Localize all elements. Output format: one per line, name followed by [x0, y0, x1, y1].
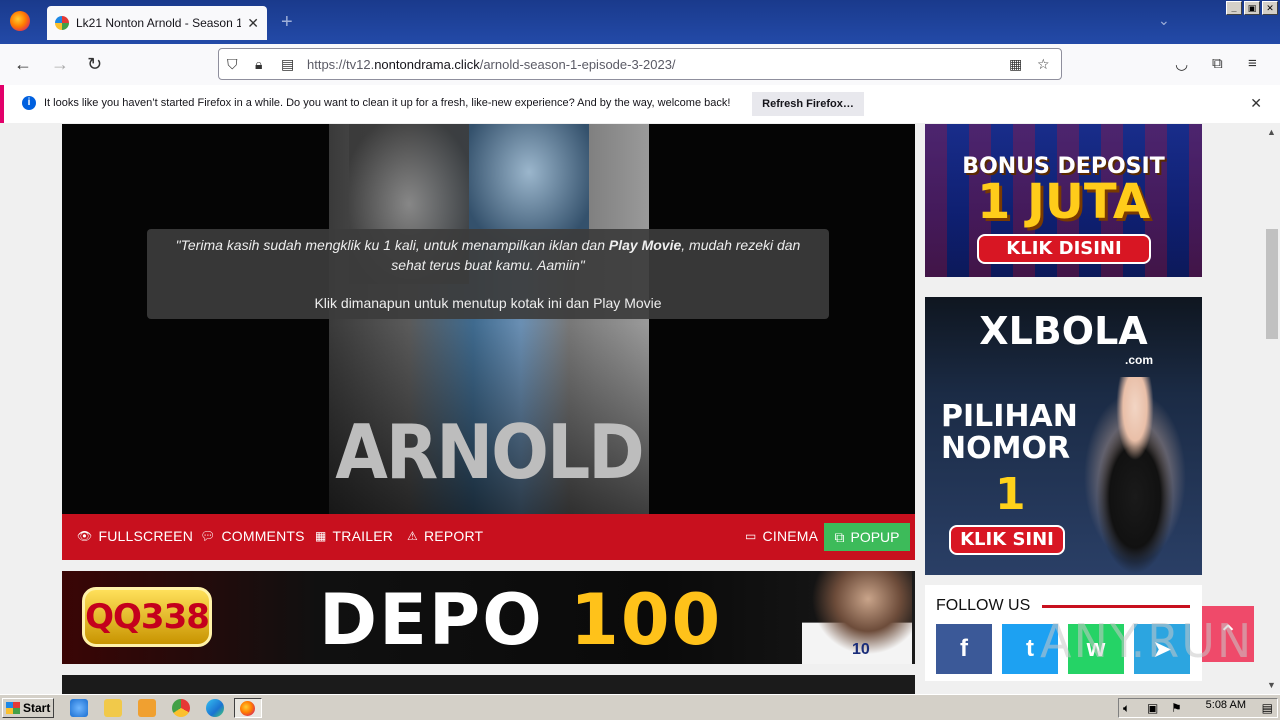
notification-close-icon[interactable]: ✕: [1250, 95, 1262, 112]
film-icon: ▦: [315, 529, 327, 543]
tab-close-icon[interactable]: ✕: [247, 15, 259, 32]
ad2-headline: PILIHAN NOMOR: [941, 399, 1078, 466]
eye-icon: 👁︎: [77, 529, 93, 543]
minimize-button[interactable]: _: [1226, 1, 1242, 15]
footballer-image: 10: [802, 571, 912, 664]
ad2-cta-button[interactable]: KLIK SINI: [949, 525, 1065, 555]
window-controls: _ ▣ ✕: [1226, 1, 1278, 15]
security-icon[interactable]: ⚑: [1171, 701, 1182, 715]
content-section: [62, 675, 915, 694]
url-text[interactable]: https://tv12.nontondrama.click/arnold-se…: [307, 57, 676, 72]
popup-button[interactable]: ⧉ POPUP: [824, 523, 910, 551]
lock-icon[interactable]: 🔒︎: [255, 56, 262, 73]
edge-icon[interactable]: [206, 699, 224, 717]
cinema-button[interactable]: ▭ CINEMA: [745, 528, 818, 544]
refresh-notification: i It looks like you haven’t started Fire…: [0, 85, 1280, 123]
xlbola-logo: XLBOLA: [979, 309, 1148, 353]
fullscreen-button[interactable]: 👁︎ FULLSCREEN: [77, 528, 193, 544]
video-player[interactable]: ARNOLD: [62, 124, 915, 514]
menu-icon[interactable]: ≡: [1248, 55, 1257, 72]
title-underline: [1042, 605, 1190, 608]
network-icon[interactable]: ▣: [1147, 701, 1158, 715]
tab-title: Lk21 Nonton Arnold - Season 1 Episode 3: [76, 16, 241, 30]
permissions-icon[interactable]: ▤: [281, 56, 294, 73]
overlay-quote: "Terima kasih sudah mengklik ku 1 kali, …: [175, 237, 801, 273]
notification-message: It looks like you haven’t started Firefo…: [44, 97, 731, 109]
start-button[interactable]: Start: [2, 698, 54, 718]
xlbola-domain: .com: [1125, 353, 1154, 367]
monitor-icon: ▭: [745, 529, 757, 543]
page-scrollbar[interactable]: ▲ ▼: [1264, 124, 1280, 694]
player-controls: 👁︎ FULLSCREEN 💬︎ COMMENTS ▦ TRAILER ⚠︎ REPOR…: [62, 514, 915, 560]
trailer-button[interactable]: ▦ TRAILER: [315, 528, 393, 544]
browser-navbar: ← → ↻ ⛉ 🔒︎ ▤ https://tv12.nontondrama.cl…: [0, 44, 1280, 85]
facebook-button[interactable]: f: [936, 624, 992, 674]
ie-icon[interactable]: [70, 699, 88, 717]
maximize-button[interactable]: ▣: [1244, 1, 1260, 15]
reader-view-icon[interactable]: ▦: [1009, 56, 1022, 73]
scroll-up-icon[interactable]: ▲: [1267, 127, 1276, 137]
pocket-icon[interactable]: ◡: [1175, 55, 1188, 73]
play-overlay[interactable]: "Terima kasih sudah mengklik ku 1 kali, …: [147, 229, 829, 319]
reload-icon[interactable]: ↻: [87, 54, 102, 75]
shield-icon[interactable]: ⛉: [227, 56, 238, 73]
list-all-tabs-icon[interactable]: ⌄: [1158, 12, 1170, 29]
back-icon[interactable]: ←: [14, 54, 32, 75]
ad1-cta-button[interactable]: KLIK DISINI: [977, 234, 1151, 264]
warning-icon: ⚠︎: [407, 529, 418, 543]
forward-icon[interactable]: →: [51, 54, 69, 75]
info-icon: i: [22, 96, 36, 110]
comment-icon: 💬︎: [200, 529, 216, 543]
close-window-button[interactable]: ✕: [1262, 1, 1278, 15]
volume-icon[interactable]: 🔈︎: [1123, 701, 1130, 716]
twitter-icon: t: [1026, 635, 1034, 662]
system-tray: 🔈︎ ▣ ⚑ ▤: [1118, 698, 1278, 718]
bookmark-star-icon[interactable]: ☆: [1037, 56, 1050, 73]
site-favicon-icon: [55, 16, 69, 30]
model-image: [1075, 377, 1195, 575]
firefox-icon[interactable]: [10, 11, 30, 31]
media-player-icon[interactable]: [138, 699, 156, 717]
notification-icon[interactable]: ▤: [1262, 701, 1273, 715]
tab-active[interactable]: Lk21 Nonton Arnold - Season 1 Episode 3 …: [47, 6, 267, 40]
follow-us-title: FOLLOW US: [936, 597, 1031, 614]
popup-icon: ⧉: [834, 528, 845, 545]
poster-title: ARNOLD: [335, 410, 644, 497]
page-content: ARNOLD "Terima kasih sudah mengklik ku 1…: [0, 124, 1264, 694]
ad2-number: 1: [995, 469, 1026, 520]
report-button[interactable]: ⚠︎ REPORT: [407, 528, 483, 544]
overlay-hint: Klik dimanapun untuk menutup kotak ini d…: [314, 295, 662, 311]
browser-titlebar: Lk21 Nonton Arnold - Season 1 Episode 3 …: [0, 0, 1280, 44]
windows-taskbar: Start 🔈︎ ▣ ⚑ ▤ 5:08 AM: [0, 694, 1280, 720]
xlbola-ad[interactable]: XLBOLA .com PILIHAN NOMOR 1 KLIK SINI: [925, 297, 1202, 575]
explorer-icon[interactable]: [104, 699, 122, 717]
qq338-banner-ad[interactable]: QQ338 DEPO 100 10: [62, 571, 915, 664]
banner-headline: DEPO 100: [319, 579, 723, 661]
bonus-deposit-ad[interactable]: BONUS DEPOSIT 1 JUTA KLIK DISINI: [925, 124, 1202, 277]
qq338-logo: QQ338: [82, 587, 212, 647]
comments-button[interactable]: 💬︎ COMMENTS: [200, 528, 305, 544]
refresh-firefox-button[interactable]: Refresh Firefox…: [752, 92, 864, 116]
new-tab-button[interactable]: +: [281, 11, 293, 34]
ad1-amount: 1 JUTA: [976, 174, 1151, 230]
windows-logo-icon: [6, 702, 20, 714]
chrome-icon[interactable]: [172, 699, 190, 717]
taskbar-clock: 5:08 AM: [1205, 699, 1246, 711]
extensions-icon[interactable]: ⧉: [1212, 55, 1223, 72]
facebook-icon: f: [960, 635, 968, 662]
scrollbar-thumb[interactable]: [1266, 229, 1278, 339]
movie-poster: ARNOLD: [329, 124, 649, 514]
scroll-down-icon[interactable]: ▼: [1267, 680, 1276, 690]
firefox-taskbar-icon: [240, 701, 255, 716]
url-bar[interactable]: ⛉ 🔒︎ ▤ https://tv12.nontondrama.click/ar…: [218, 48, 1062, 80]
anyrun-watermark: ANY.RUN: [1040, 614, 1254, 668]
